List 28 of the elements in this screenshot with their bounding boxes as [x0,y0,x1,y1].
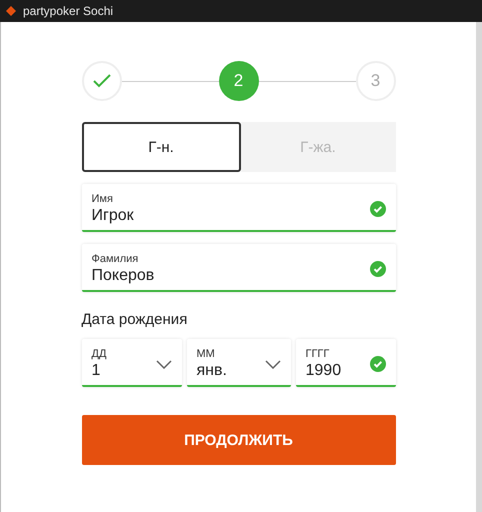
field-label: ГГГГ [306,348,330,360]
field-label: ДД [92,348,108,360]
field-value: Покеров [92,267,156,285]
step-indicator: 3 [356,61,396,101]
continue-button[interactable]: ПРОДОЛЖИТЬ [82,415,396,465]
field-label: ММ [196,348,216,360]
field-value: янв. [196,362,228,380]
check-icon [370,356,386,372]
gender-tab[interactable]: Г-н. [82,122,240,172]
chevron-down-icon [156,360,172,368]
checkmark-icon [92,74,110,88]
text-field[interactable]: Фамилия Покеров [82,244,396,292]
chevron-down-icon [264,360,280,368]
dropdown-field[interactable]: ММ янв. [186,339,290,387]
diamond-logo-icon [6,6,16,16]
step-indicator: 2 [218,61,258,101]
text-field[interactable]: Имя Игрок [82,184,396,232]
check-icon [370,201,386,217]
field-value: Игрок [92,207,135,225]
field-value: 1 [92,362,102,380]
field-label: Фамилия [92,253,140,265]
window-title: partypoker Sochi [23,4,114,18]
dropdown-field[interactable]: ДД 1 [82,339,182,387]
check-icon [370,261,386,277]
text-field[interactable]: ГГГГ 1990 [296,339,396,387]
field-value: 1990 [306,362,342,380]
section-title: Дата рождения [82,311,188,328]
field-label: Имя [92,193,114,205]
